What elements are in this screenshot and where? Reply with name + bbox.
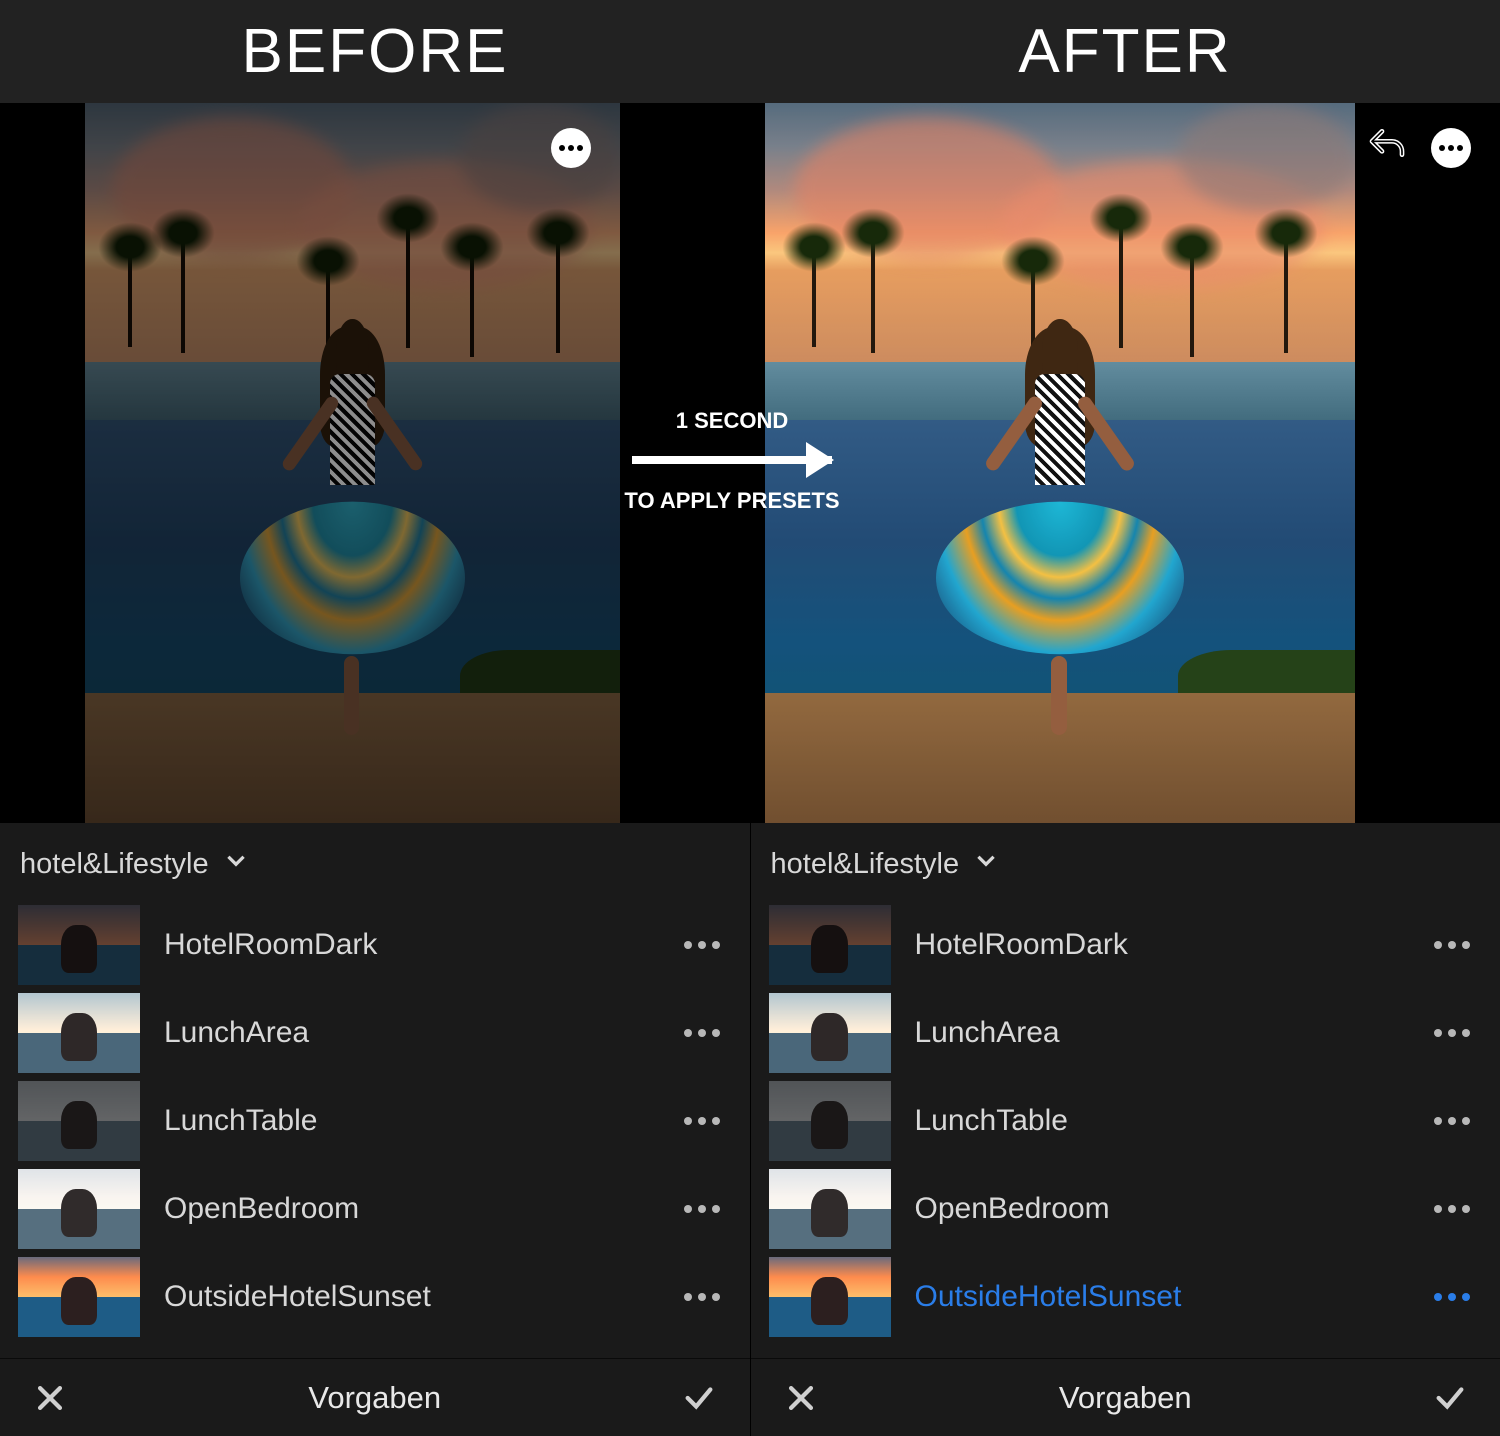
bottom-toolbar: Vorgaben [0,1358,750,1436]
preset-item[interactable]: OutsideHotelSunset [751,1253,1500,1341]
preset-item[interactable]: LunchArea [0,989,750,1077]
cancel-button[interactable] [781,1378,821,1418]
preset-item[interactable]: LunchTable [0,1077,750,1165]
confirm-button[interactable] [679,1378,719,1418]
preset-more-button[interactable] [1424,1107,1480,1135]
preset-thumbnail [18,905,140,985]
check-icon [682,1381,716,1415]
preset-thumbnail [769,905,891,985]
check-icon [1433,1381,1467,1415]
comparison-images: 1 SECOND TO APPLY PRESETS [0,103,1500,823]
preset-label: HotelRoomDark [164,928,650,962]
annotation-line1: 1 SECOND [622,408,842,434]
preset-item[interactable]: HotelRoomDark [0,901,750,989]
undo-button[interactable] [1364,125,1410,171]
preset-item[interactable]: OpenBedroom [0,1165,750,1253]
more-options-button[interactable] [1428,125,1474,171]
preset-label: OutsideHotelSunset [164,1280,650,1314]
before-photo[interactable] [85,103,620,823]
preset-more-button[interactable] [674,931,730,959]
cancel-button[interactable] [30,1378,70,1418]
preset-label: LunchTable [915,1104,1401,1138]
preset-more-button[interactable] [1424,1019,1480,1047]
preset-more-button[interactable] [1424,1283,1480,1311]
preset-item[interactable]: HotelRoomDark [751,901,1500,989]
preset-thumbnail [18,1257,140,1337]
preset-label: OpenBedroom [164,1192,650,1226]
preset-thumbnail [769,1081,891,1161]
preset-more-button[interactable] [674,1283,730,1311]
preset-thumbnail [18,1169,140,1249]
toolbar-title: Vorgaben [1059,1380,1192,1416]
preset-more-button[interactable] [1424,1195,1480,1223]
annotation-line2: TO APPLY PRESETS [622,488,842,514]
preset-label: OutsideHotelSunset [915,1280,1401,1314]
preset-more-button[interactable] [674,1019,730,1047]
chevron-down-icon [223,847,249,881]
preset-label: LunchArea [164,1016,650,1050]
more-options-button[interactable] [548,125,594,171]
preset-thumbnail [18,1081,140,1161]
comparison-header: BEFORE AFTER [0,0,1500,103]
preset-item[interactable]: LunchArea [751,989,1500,1077]
before-image-col [0,103,620,823]
preset-more-button[interactable] [1424,931,1480,959]
preset-group-name: hotel&Lifestyle [20,848,209,881]
preset-label: OpenBedroom [915,1192,1401,1226]
before-label: BEFORE [0,16,750,87]
preset-thumbnail [769,993,891,1073]
preset-item[interactable]: LunchTable [751,1077,1500,1165]
preset-list: HotelRoomDark LunchArea LunchTable OpenB… [751,901,1500,1358]
preset-label: LunchArea [915,1016,1401,1050]
preset-list: HotelRoomDark LunchArea LunchTable OpenB… [0,901,750,1358]
preset-more-button[interactable] [674,1107,730,1135]
preset-panel-right: hotel&Lifestyle HotelRoomDark LunchArea … [750,823,1500,1436]
close-icon [784,1381,818,1415]
more-icon [1431,128,1471,168]
preset-label: LunchTable [164,1104,650,1138]
preset-thumbnail [769,1169,891,1249]
after-photo[interactable] [765,103,1355,823]
toolbar-title: Vorgaben [308,1380,441,1416]
after-label: AFTER [750,16,1500,87]
preset-label: HotelRoomDark [915,928,1401,962]
preset-thumbnail [769,1257,891,1337]
bottom-toolbar: Vorgaben [751,1358,1500,1436]
preset-item[interactable]: OutsideHotelSunset [0,1253,750,1341]
preset-more-button[interactable] [674,1195,730,1223]
confirm-button[interactable] [1430,1378,1470,1418]
preset-group-name: hotel&Lifestyle [771,848,960,881]
preset-thumbnail [18,993,140,1073]
preset-item[interactable]: OpenBedroom [751,1165,1500,1253]
annotation-callout: 1 SECOND TO APPLY PRESETS [622,408,842,514]
chevron-down-icon [973,847,999,881]
preset-panel-left: hotel&Lifestyle HotelRoomDark LunchArea … [0,823,750,1436]
undo-icon [1367,128,1407,168]
close-icon [33,1381,67,1415]
preset-group-dropdown[interactable]: hotel&Lifestyle [751,823,1500,901]
preset-group-dropdown[interactable]: hotel&Lifestyle [0,823,750,901]
arrow-right-icon [632,456,832,464]
more-icon [551,128,591,168]
preset-panels: hotel&Lifestyle HotelRoomDark LunchArea … [0,823,1500,1436]
